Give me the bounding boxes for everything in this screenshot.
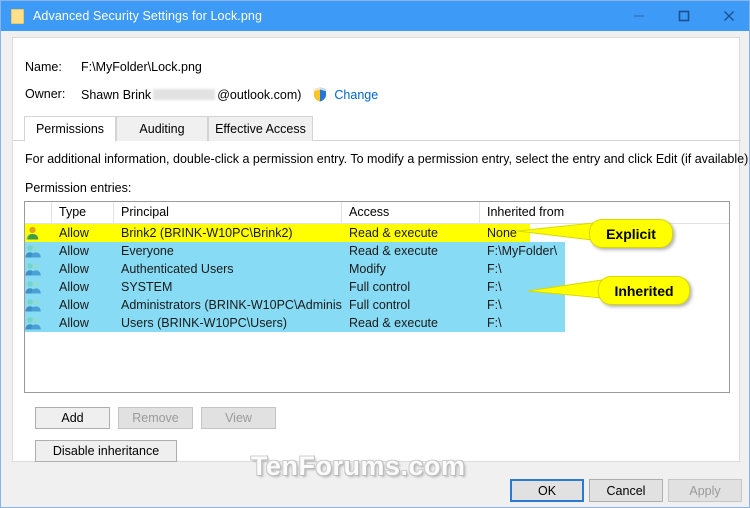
explicit-callout: Explicit [589,219,673,248]
cell-principal: Everyone [121,244,174,258]
cell-type: Allow [59,280,89,294]
redacted-email-block [153,89,216,100]
tab-auditing-label: Auditing [139,122,185,136]
advanced-security-settings-window: Advanced Security Settings for Lock.png … [0,0,750,508]
cell-access: Modify [349,262,386,276]
single-user-icon [25,224,52,242]
owner-label: Owner: [25,87,66,101]
cell-access: Full control [349,280,411,294]
cell-inherited-from: F:\ [487,262,502,276]
disable-inheritance-button[interactable]: Disable inheritance [35,440,177,462]
tab-effective-access-label: Effective Access [215,122,306,136]
group-users-icon [25,278,52,296]
group-users-icon [25,242,52,260]
explicit-callout-tail [516,222,594,241]
cell-principal: SYSTEM [121,280,173,294]
info-text: For additional information, double-click… [25,152,750,166]
cell-principal: Brink2 (BRINK-W10PC\Brink2) [121,226,293,240]
owner-name: Shawn Brink [81,88,152,102]
explicit-callout-label: Explicit [606,225,656,242]
remove-button: Remove [118,407,193,429]
column-header-principal[interactable]: Principal [114,202,342,223]
owner-value-group: Shawn Brink @outlook.com) Change [81,87,378,105]
ok-button[interactable]: OK [510,479,584,502]
maximize-button[interactable] [661,1,706,31]
cell-type: Allow [59,226,89,240]
tab-auditing[interactable]: Auditing [116,116,208,141]
minimize-button[interactable] [616,1,661,31]
cell-principal: Administrators (BRINK-W10PC\Administrat.… [121,298,342,312]
cell-principal: Users (BRINK-W10PC\Users) [121,316,287,330]
tab-strip: Permissions Auditing Effective Access [13,116,741,142]
shield-icon [313,87,327,105]
cell-access: Read & execute [349,316,438,330]
window-controls [616,1,749,31]
content-panel: Name: F:\MyFolder\Lock.png Owner: Shawn … [12,37,749,462]
inherited-callout: Inherited [598,276,690,305]
name-label: Name: [25,60,62,74]
inherited-callout-tail [527,279,603,299]
close-button[interactable] [706,1,749,31]
owner-email-suffix: @outlook.com) [217,88,302,102]
cell-access: Full control [349,298,411,312]
name-value: F:\MyFolder\Lock.png [81,60,202,74]
title-bar: Advanced Security Settings for Lock.png [1,1,749,31]
folder-icon [11,8,24,24]
change-owner-link[interactable]: Change [334,88,378,102]
cell-type: Allow [59,316,89,330]
tab-permissions-label: Permissions [35,122,105,136]
table-row[interactable]: Allow Users (BRINK-W10PC\Users) Read & e… [25,314,729,332]
cell-inherited-from: F:\ [487,316,502,330]
cell-access: Read & execute [349,244,438,258]
view-button: View [201,407,276,429]
column-header-icon [25,202,52,223]
permission-entries-label: Permission entries: [25,181,132,195]
cell-type: Allow [59,244,89,258]
add-button[interactable]: Add [35,407,110,429]
cell-type: Allow [59,262,89,276]
cell-type: Allow [59,298,89,312]
apply-button: Apply [668,479,742,502]
group-users-icon [25,296,52,314]
group-users-icon [25,260,52,278]
cell-access: Read & execute [349,226,438,240]
inherited-callout-label: Inherited [614,282,674,299]
cancel-button[interactable]: Cancel [589,479,663,502]
cell-principal: Authenticated Users [121,262,234,276]
column-header-access[interactable]: Access [342,202,480,223]
group-users-icon [25,314,52,332]
column-header-type[interactable]: Type [52,202,114,223]
window-title: Advanced Security Settings for Lock.png [33,9,263,23]
tab-effective-access[interactable]: Effective Access [208,116,313,141]
tab-permissions[interactable]: Permissions [24,116,116,142]
